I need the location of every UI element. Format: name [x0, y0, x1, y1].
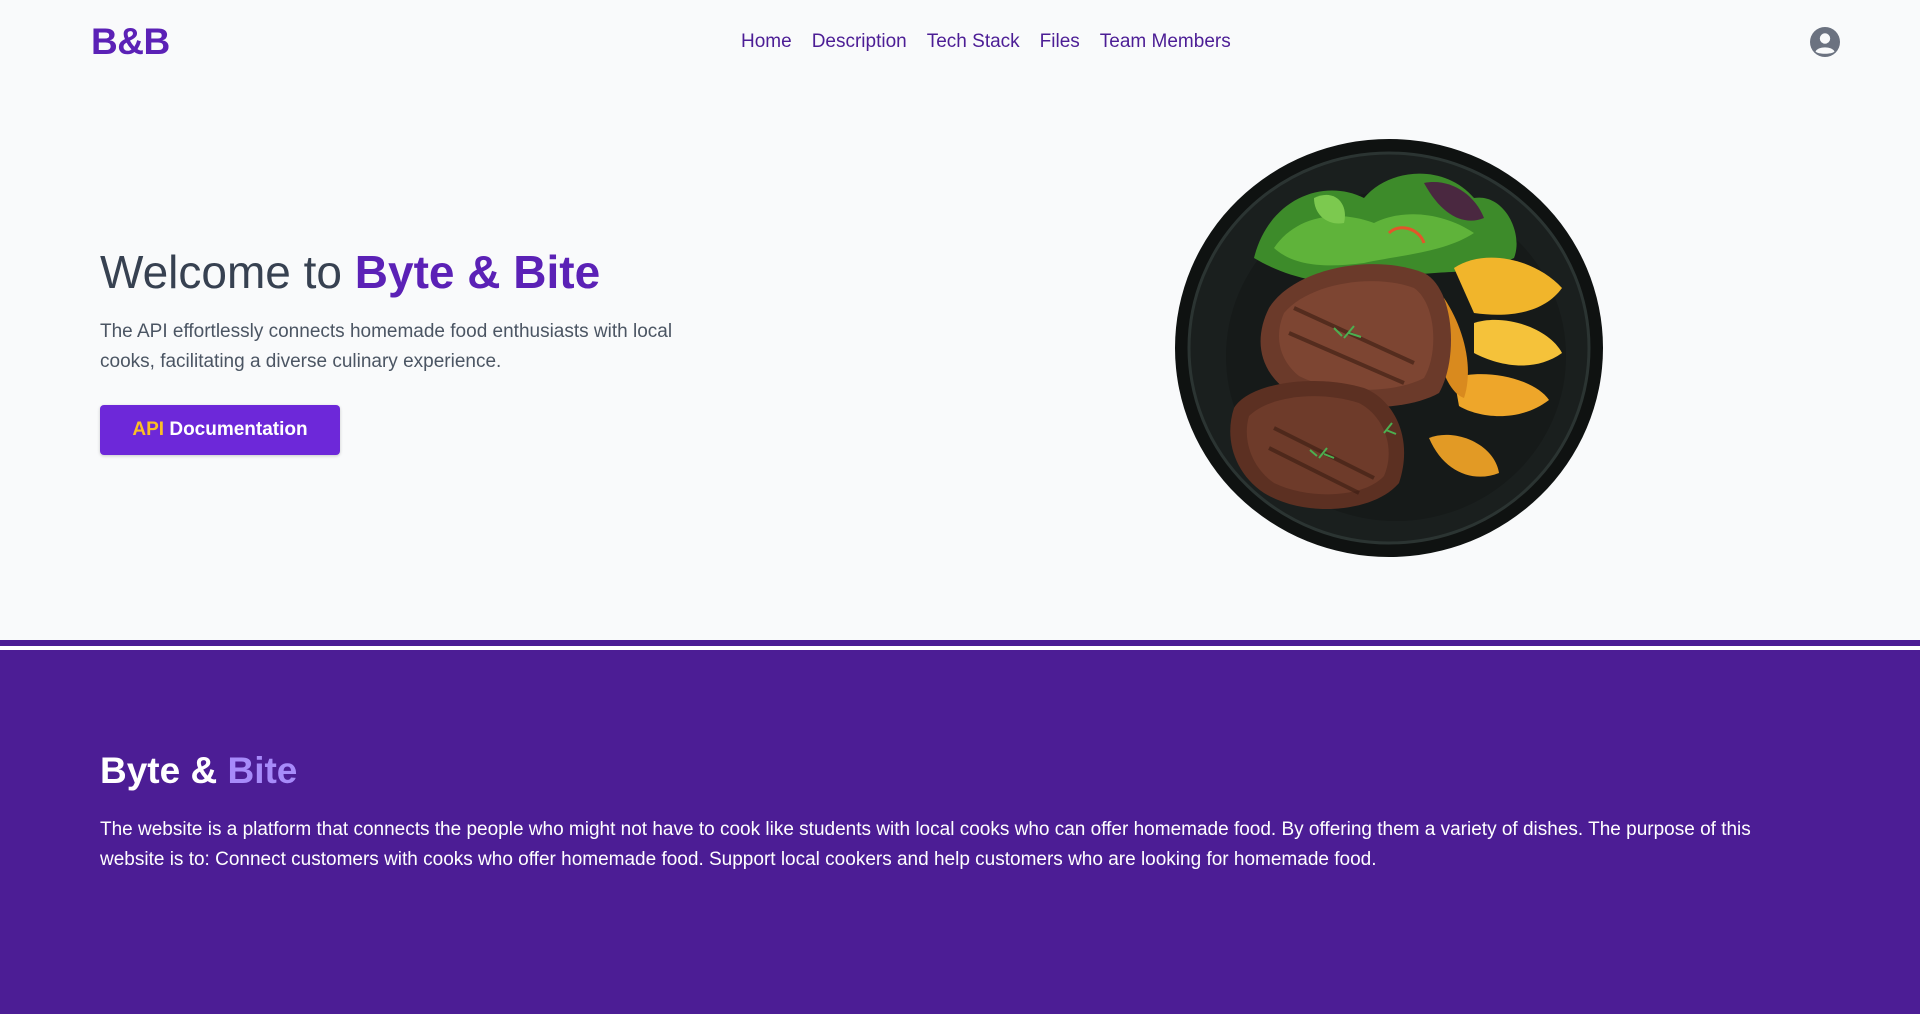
- nav-link-description[interactable]: Description: [812, 31, 907, 53]
- nav-link-team-members[interactable]: Team Members: [1100, 31, 1231, 53]
- nav-links: Home Description Tech Stack Files Team M…: [741, 31, 1231, 53]
- api-button-accent-label: API: [132, 419, 165, 440]
- nav-link-home[interactable]: Home: [741, 31, 792, 53]
- user-circle-icon[interactable]: [1810, 27, 1840, 57]
- hero-description: The API effortlessly connects homemade f…: [100, 321, 673, 372]
- nav-link-tech-stack[interactable]: Tech Stack: [927, 31, 1020, 53]
- hero-section: Welcome to Byte & Bite The API effortles…: [0, 85, 1920, 640]
- about-title: Byte & Bite: [100, 750, 297, 792]
- food-plate-image: [1174, 138, 1604, 558]
- logo[interactable]: B&B: [91, 21, 170, 63]
- about-title-prefix: Byte &: [100, 750, 228, 791]
- hero-title-brand: Byte & Bite: [354, 246, 601, 298]
- api-button-label: Documentation: [164, 419, 308, 440]
- about-title-accent: Bite: [227, 750, 298, 791]
- nav-link-files[interactable]: Files: [1040, 31, 1080, 53]
- about-section: Byte & Bite The website is a platform th…: [0, 650, 1920, 1014]
- api-documentation-button[interactable]: API Documentation: [100, 405, 340, 455]
- hero-title: Welcome to Byte & Bite: [100, 245, 600, 299]
- hero-title-prefix: Welcome to: [100, 246, 355, 298]
- top-navbar: B&B Home Description Tech Stack Files Te…: [0, 0, 1920, 85]
- about-description: The website is a platform that connects …: [100, 819, 1751, 870]
